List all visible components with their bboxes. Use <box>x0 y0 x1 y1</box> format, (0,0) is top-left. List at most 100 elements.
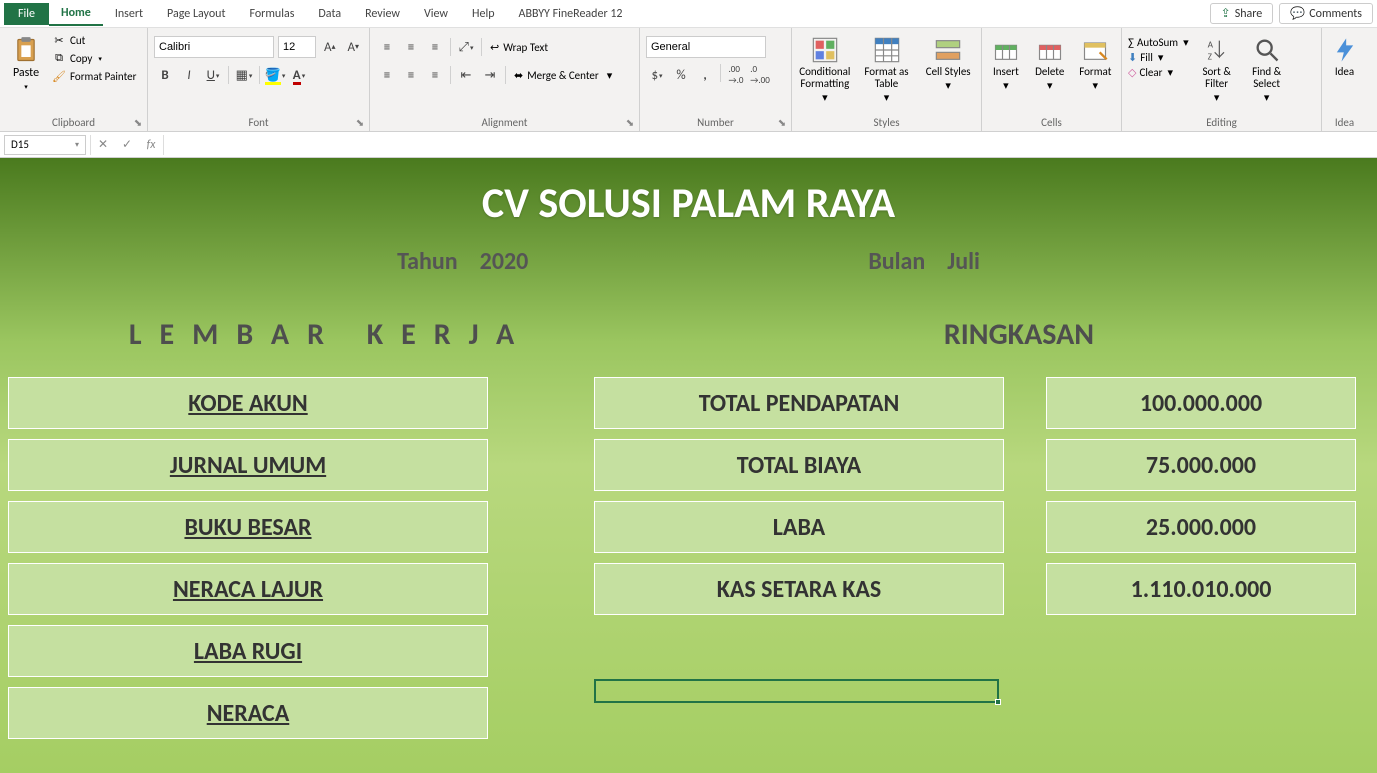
group-editing: ∑AutoSum▾ ⬇Fill▾ ◇Clear▾ AZ Sort & Filte… <box>1122 28 1322 131</box>
comma-button[interactable]: , <box>694 64 716 86</box>
alignment-dialog-launcher[interactable]: ⬊ <box>624 116 636 128</box>
underline-button[interactable]: U▾ <box>202 64 224 86</box>
merge-center-button[interactable]: ⬌Merge & Center▾ <box>510 67 616 84</box>
increase-indent-button[interactable]: ⇥ <box>479 64 501 86</box>
lembar-kerja-header: LEMBAR KERJA <box>0 316 661 353</box>
copy-button[interactable]: ⧉Copy▾ <box>50 50 138 66</box>
comments-button[interactable]: 💬 Comments <box>1279 3 1373 24</box>
cut-button[interactable]: ✂Cut <box>50 32 138 48</box>
menu-bar: File Home Insert Page Layout Formulas Da… <box>0 0 1377 28</box>
insert-cells-button[interactable]: Insert▾ <box>988 36 1024 92</box>
link-neraca-lajur[interactable]: NERACA LAJUR <box>8 563 488 615</box>
conditional-label: Conditional Formatting <box>798 66 852 90</box>
share-button[interactable]: ⇪ Share <box>1210 3 1274 24</box>
fill-button[interactable]: ⬇Fill▾ <box>1128 51 1189 64</box>
group-label-number: Number <box>640 116 791 129</box>
decrease-indent-button[interactable]: ⇤ <box>455 64 477 86</box>
align-left-button[interactable]: ≡ <box>376 64 398 86</box>
format-painter-button[interactable]: 🖌Format Painter <box>50 68 138 84</box>
percent-button[interactable]: % <box>670 64 692 86</box>
delete-cells-button[interactable]: Delete▾ <box>1032 36 1068 92</box>
find-select-button[interactable]: Find & Select▾ <box>1245 36 1289 104</box>
tab-view[interactable]: View <box>412 3 460 25</box>
cell-styles-button[interactable]: Cell Styles▾ <box>921 36 975 104</box>
tab-insert[interactable]: Insert <box>103 3 155 25</box>
paste-label: Paste <box>13 66 39 80</box>
merge-icon: ⬌ <box>514 69 523 82</box>
sort-filter-label: Sort & Filter <box>1195 66 1239 90</box>
align-center-button[interactable]: ≡ <box>400 64 422 86</box>
ideas-button[interactable]: Idea <box>1327 36 1363 78</box>
format-cells-label: Format <box>1079 66 1111 78</box>
group-styles: Conditional Formatting▾ Format as Table▾… <box>792 28 982 131</box>
delete-icon <box>1036 36 1064 64</box>
tab-review[interactable]: Review <box>353 3 412 25</box>
worksheet-area[interactable]: CV SOLUSI PALAM RAYA Tahun 2020 Bulan Ju… <box>0 158 1377 773</box>
font-name-select[interactable] <box>154 36 274 58</box>
group-label-clipboard: Clipboard <box>0 116 147 129</box>
tab-page-layout[interactable]: Page Layout <box>155 3 237 25</box>
link-jurnal-umum[interactable]: JURNAL UMUM <box>8 439 488 491</box>
cancel-formula-button[interactable]: ✕ <box>91 135 115 155</box>
format-painter-label: Format Painter <box>70 70 136 83</box>
font-color-button[interactable]: A▾ <box>288 64 310 86</box>
group-label-editing: Editing <box>1122 116 1321 129</box>
delete-cells-label: Delete <box>1035 66 1064 78</box>
cell-selection[interactable] <box>594 679 999 703</box>
number-format-select[interactable] <box>646 36 766 58</box>
autosum-button[interactable]: ∑AutoSum▾ <box>1128 36 1189 49</box>
enter-formula-button[interactable]: ✓ <box>115 135 139 155</box>
clipboard-dialog-launcher[interactable]: ⬊ <box>132 116 144 128</box>
format-as-table-button[interactable]: Format as Table▾ <box>860 36 914 104</box>
company-title: CV SOLUSI PALAM RAYA <box>0 158 1377 229</box>
align-top-button[interactable]: ≡ <box>376 36 398 58</box>
formula-bar: D15 ▾ ✕ ✓ fx <box>0 132 1377 158</box>
align-bottom-button[interactable]: ≡ <box>424 36 446 58</box>
clear-button[interactable]: ◇Clear▾ <box>1128 66 1189 79</box>
cell-styles-label: Cell Styles <box>926 66 971 78</box>
tab-help[interactable]: Help <box>460 3 507 25</box>
bold-button[interactable]: B <box>154 64 176 86</box>
tahun-label: Tahun <box>397 247 458 276</box>
decrease-decimal-button[interactable]: .0→.00 <box>749 64 771 86</box>
increase-decimal-button[interactable]: .00→.0 <box>725 64 747 86</box>
link-laba-rugi[interactable]: LABA RUGI <box>8 625 488 677</box>
selection-fill-handle[interactable] <box>995 699 1001 705</box>
insert-function-button[interactable]: fx <box>139 135 163 155</box>
group-number: $▾ % , .00→.0 .0→.00 Number ⬊ <box>640 28 792 131</box>
paste-button[interactable]: Paste ▾ <box>6 32 46 91</box>
link-buku-besar[interactable]: BUKU BESAR <box>8 501 488 553</box>
italic-button[interactable]: I <box>178 64 200 86</box>
align-middle-button[interactable]: ≡ <box>400 36 422 58</box>
formula-input[interactable] <box>168 135 1377 155</box>
orientation-button[interactable]: ⤢▾ <box>455 36 477 58</box>
font-dialog-launcher[interactable]: ⬊ <box>354 116 366 128</box>
sort-filter-button[interactable]: AZ Sort & Filter▾ <box>1195 36 1239 104</box>
link-neraca[interactable]: NERACA <box>8 687 488 739</box>
fill-color-button[interactable]: 🪣▾ <box>264 64 286 86</box>
font-size-select[interactable] <box>278 36 316 58</box>
wrap-text-button[interactable]: ↩Wrap Text <box>486 39 552 56</box>
merge-label: Merge & Center <box>527 69 599 82</box>
tab-data[interactable]: Data <box>306 3 353 25</box>
label-kas: KAS SETARA KAS <box>594 563 1004 615</box>
autosum-label: AutoSum <box>1137 36 1178 49</box>
tab-abbyy[interactable]: ABBYY FineReader 12 <box>507 3 635 25</box>
format-table-icon <box>873 36 901 64</box>
tab-file[interactable]: File <box>4 3 49 25</box>
format-cells-button[interactable]: Format▾ <box>1076 36 1115 92</box>
borders-button[interactable]: ▦▾ <box>233 64 255 86</box>
number-dialog-launcher[interactable]: ⬊ <box>776 116 788 128</box>
link-kode-akun[interactable]: KODE AKUN <box>8 377 488 429</box>
tab-formulas[interactable]: Formulas <box>237 3 306 25</box>
tab-home[interactable]: Home <box>49 2 103 26</box>
accounting-format-button[interactable]: $▾ <box>646 64 668 86</box>
label-total-pendapatan: TOTAL PENDAPATAN <box>594 377 1004 429</box>
increase-font-button[interactable]: A▴ <box>320 36 340 58</box>
insert-cells-label: Insert <box>993 66 1019 78</box>
decrease-font-button[interactable]: A▾ <box>344 36 364 58</box>
conditional-formatting-button[interactable]: Conditional Formatting▾ <box>798 36 852 104</box>
align-right-button[interactable]: ≡ <box>424 64 446 86</box>
name-box[interactable]: D15 ▾ <box>4 135 86 155</box>
copy-icon: ⧉ <box>52 51 66 65</box>
